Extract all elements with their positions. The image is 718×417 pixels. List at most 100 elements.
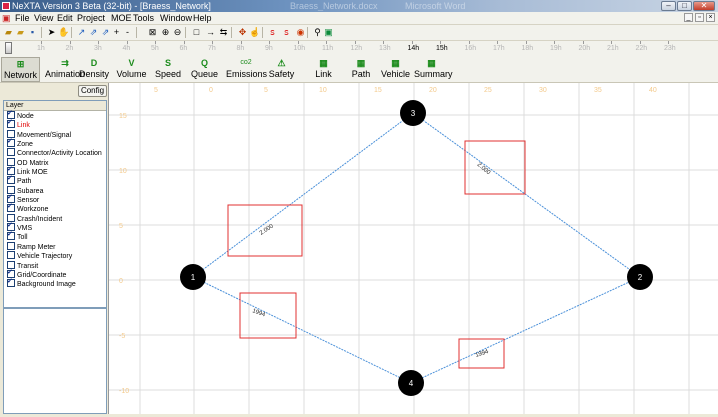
mode-button-queue[interactable]: Q Queue	[190, 57, 219, 82]
link-label-box	[239, 292, 297, 339]
mode-button-vehicle[interactable]: ▦ Vehicle	[380, 57, 411, 82]
network-link[interactable]	[192, 276, 412, 384]
select-pointer-icon[interactable]: ➤	[46, 27, 57, 38]
menu-help[interactable]: Help	[193, 12, 212, 24]
close-button[interactable]: ✕	[693, 1, 715, 11]
menu-edit[interactable]: Edit	[57, 12, 73, 24]
doc-menu-icon[interactable]: ▣	[2, 12, 11, 24]
restore-button[interactable]: □	[677, 1, 692, 11]
open-folder-icon[interactable]: ▰	[15, 27, 26, 38]
node-label: 2	[638, 273, 643, 282]
mode-button-path[interactable]: ▦ Path	[348, 57, 374, 82]
layer-item[interactable]: Crash/Incident	[4, 213, 106, 223]
timeline-hour-label: 20h	[578, 45, 591, 52]
timeline-tick	[354, 41, 356, 44]
doc-restore-button[interactable]: ▫	[695, 13, 704, 22]
layer-checkbox[interactable]	[7, 174, 15, 185]
layer-checkbox[interactable]	[7, 148, 15, 157]
layer-item[interactable]: Sensor	[4, 193, 106, 204]
mode-button-density[interactable]: D Density	[79, 57, 109, 82]
doc-minimize-button[interactable]: _	[684, 13, 693, 22]
draw-two-way-link-icon[interactable]: ⇗	[88, 27, 99, 38]
layer-item[interactable]: Link MOE	[4, 165, 106, 176]
timeline-bar[interactable]: 1h 2h 3h 4h 5h 6h 7h 8h 9h 10h 11h 12h 13h 14h 15h 16h 1…	[0, 40, 718, 58]
layer-checkbox[interactable]	[7, 241, 15, 250]
layer-checkbox[interactable]	[7, 137, 15, 148]
toolbar: ▰ ▰ ▪ ➤ ✋ ↗ ⇗ ⇗ + - ⊠ ⊕ ⊖ □ → ⇆ ✥ ☝ ꜱ ꜱ …	[0, 25, 718, 40]
timeline-tick	[297, 41, 299, 44]
minus-icon[interactable]: -	[122, 27, 133, 38]
mode-button-speed[interactable]: S Speed	[153, 57, 183, 82]
mode-button-summary[interactable]: ▦ Summary	[414, 57, 453, 82]
layer-item[interactable]: Transit	[4, 260, 106, 270]
add-link-icon[interactable]: ⇗	[100, 27, 111, 38]
swap-arrows-icon[interactable]: ⇆	[218, 27, 229, 38]
layer-item[interactable]: VMS	[4, 221, 106, 232]
speed-icon: S	[164, 58, 171, 68]
layer-item[interactable]: Toll	[4, 230, 106, 241]
layer-checkbox[interactable]	[7, 202, 15, 213]
menu-moe[interactable]: MOE	[111, 12, 132, 24]
menu-window[interactable]: Window	[160, 12, 192, 24]
new-file-icon[interactable]: ▰	[3, 27, 14, 38]
mode-button-safety[interactable]: ⚠ Safety	[268, 57, 295, 82]
timeline-tick	[639, 41, 641, 44]
mode-button-volume[interactable]: V Volume	[115, 57, 148, 82]
mode-button-link[interactable]: ▦ Link	[310, 57, 337, 82]
arrow-right-icon[interactable]: →	[205, 27, 216, 38]
export-icon[interactable]: ▣	[323, 27, 334, 38]
mode-button-emissions[interactable]: co2 Emissions	[226, 57, 267, 82]
time-slider-handle[interactable]	[5, 42, 12, 54]
network-link[interactable]	[412, 112, 641, 278]
layer-item[interactable]: Link	[4, 118, 106, 129]
menu-project[interactable]: Project	[77, 12, 105, 24]
network-link[interactable]	[410, 276, 641, 384]
layer-item[interactable]: Movement/Signal	[4, 129, 106, 139]
plus-icon[interactable]: +	[111, 27, 122, 38]
mode-button-network[interactable]: ⊞ Network	[1, 57, 40, 82]
layer-item[interactable]: Ramp Meter	[4, 241, 106, 251]
layer-item[interactable]: Connector/Activity Location	[4, 148, 106, 157]
menu-tools[interactable]: Tools	[133, 12, 154, 24]
layer-list[interactable]: Layer Node LinkMovement/Signal ZoneConnect…	[3, 100, 107, 308]
layer-label: Path	[17, 178, 32, 186]
layer-label: Transit	[17, 262, 39, 270]
save-icon[interactable]: ▪	[27, 27, 38, 38]
network-map[interactable]: 5 0 5 10 15 20 25 30 35 40151050-5-102.0002.00019…	[109, 83, 718, 414]
speed-limit-icon[interactable]: ꜱ	[267, 27, 278, 38]
layer-item[interactable]: Zone	[4, 137, 106, 148]
record-icon[interactable]: ◉	[295, 27, 306, 38]
config-button[interactable]: Config	[78, 85, 107, 97]
rectangle-icon[interactable]: □	[191, 27, 202, 38]
layer-item[interactable]: Node	[4, 109, 106, 120]
layer-item[interactable]: OD Matrix	[4, 157, 106, 167]
layer-checkbox[interactable]	[7, 230, 15, 241]
zoom-extent-icon[interactable]: ⊠	[147, 27, 158, 38]
layer-checkbox[interactable]	[7, 277, 15, 288]
speed-limit-alt-icon[interactable]: ꜱ	[281, 27, 292, 38]
layer-item[interactable]: Workzone	[4, 202, 106, 213]
pan-hand-icon[interactable]: ✋	[58, 27, 69, 38]
layer-checkbox[interactable]	[7, 118, 15, 129]
layer-item[interactable]: Vehicle Trajectory	[4, 251, 106, 260]
layer-item[interactable]: Subarea	[4, 185, 106, 195]
layer-list-header: Layer	[4, 101, 106, 111]
layer-item[interactable]: Grid/Coordinate	[4, 268, 106, 279]
menu-file[interactable]: File	[15, 12, 30, 24]
search-icon[interactable]: ⚲	[312, 27, 323, 38]
menu-view[interactable]: View	[34, 12, 53, 24]
layer-item[interactable]: Background Image	[4, 277, 106, 288]
layer-item[interactable]: Path	[4, 174, 106, 186]
minimize-button[interactable]: –	[661, 1, 676, 11]
draw-link-icon[interactable]: ↗	[76, 27, 87, 38]
network-map-canvas[interactable]: 5 0 5 10 15 20 25 30 35 40 15 10 5 0 -5 -10 2.000 2.000 19…	[108, 83, 718, 414]
grab-hand-icon[interactable]: ☝	[249, 27, 260, 38]
network-link[interactable]	[192, 112, 414, 278]
layer-checkbox[interactable]	[7, 251, 15, 260]
move-node-icon[interactable]: ✥	[237, 27, 248, 38]
zoom-in-icon[interactable]: ⊕	[160, 27, 171, 38]
mode-toolbar: ⊞ Network ⇉ Animation D Density V Volume S Speed Q…	[0, 57, 718, 83]
zoom-out-icon[interactable]: ⊖	[172, 27, 183, 38]
timeline-hour-label: 13h	[379, 45, 391, 52]
doc-close-button[interactable]: ×	[706, 13, 715, 22]
